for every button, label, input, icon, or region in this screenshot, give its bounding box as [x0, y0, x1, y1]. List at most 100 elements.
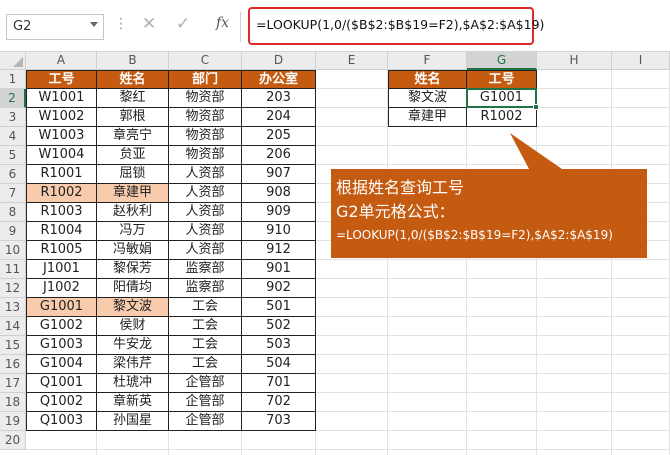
table-cell[interactable]: 黎文波 [97, 298, 169, 317]
table-cell[interactable]: W1002 [26, 108, 97, 127]
table-cell[interactable]: 工会 [169, 336, 242, 355]
insert-function-icon[interactable]: fx [216, 15, 229, 31]
table-cell[interactable]: 912 [242, 241, 316, 260]
table-cell[interactable]: R1005 [26, 241, 97, 260]
table-cell[interactable]: 企管部 [169, 393, 242, 412]
table-cell[interactable]: 章亮宁 [97, 127, 169, 146]
table-cell[interactable]: G1001 [26, 298, 97, 317]
table-cell[interactable]: W1003 [26, 127, 97, 146]
lookup-cell[interactable]: 章建甲 [388, 108, 467, 127]
table-cell[interactable]: 908 [242, 184, 316, 203]
lookup-cell[interactable]: R1002 [467, 108, 537, 127]
table-cell[interactable]: 902 [242, 279, 316, 298]
table-cell[interactable]: 企管部 [169, 412, 242, 431]
lookup-header-cell[interactable]: 姓名 [388, 70, 467, 89]
table-cell[interactable]: 910 [242, 222, 316, 241]
table-cell[interactable]: R1002 [26, 184, 97, 203]
column-header-g[interactable]: G [467, 52, 537, 70]
table-cell[interactable]: 监察部 [169, 279, 242, 298]
table-cell[interactable]: W1001 [26, 89, 97, 108]
table-cell[interactable]: 907 [242, 165, 316, 184]
table-cell[interactable]: 503 [242, 336, 316, 355]
formula-input[interactable]: =LOOKUP(1,0/($B$2:$B$19=F2),$A$2:$A$19) [248, 7, 544, 45]
row-header-15[interactable]: 15 [0, 336, 26, 355]
column-header-c[interactable]: C [169, 52, 242, 70]
table-cell[interactable]: 502 [242, 317, 316, 336]
selected-cell-g2[interactable]: G1001 [467, 89, 537, 108]
table-cell[interactable]: 阳倩均 [97, 279, 169, 298]
chevron-down-icon[interactable] [90, 22, 98, 27]
table-cell[interactable]: 人资部 [169, 203, 242, 222]
table-cell[interactable]: 杜琥冲 [97, 374, 169, 393]
table-cell[interactable]: J1002 [26, 279, 97, 298]
table-cell[interactable]: 物资部 [169, 146, 242, 165]
table-cell[interactable]: 909 [242, 203, 316, 222]
column-header-f[interactable]: F [388, 52, 467, 70]
table-cell[interactable]: R1001 [26, 165, 97, 184]
enter-icon[interactable]: ✓ [176, 14, 190, 34]
select-all-corner[interactable] [0, 52, 26, 70]
table-cell[interactable]: Q1003 [26, 412, 97, 431]
row-header-10[interactable]: 10 [0, 241, 26, 260]
table-cell[interactable]: R1004 [26, 222, 97, 241]
row-header-18[interactable]: 18 [0, 393, 26, 412]
row-header-12[interactable]: 12 [0, 279, 26, 298]
table-cell[interactable]: 梁伟芹 [97, 355, 169, 374]
fill-handle[interactable] [533, 104, 539, 110]
column-header-h[interactable]: H [537, 52, 612, 70]
cell-grid[interactable]: A B C D E F G H I 1 2 3 4 5 6 7 8 9 10 11 12 13 14 15 16 17 18 19 20… [0, 52, 670, 455]
table-cell[interactable]: 屈锁 [97, 165, 169, 184]
row-header-20[interactable]: 20 [0, 431, 26, 450]
table-cell[interactable]: 人资部 [169, 241, 242, 260]
table-cell[interactable]: 章建甲 [97, 184, 169, 203]
table-cell[interactable]: 901 [242, 260, 316, 279]
lookup-header-cell[interactable]: 工号 [467, 70, 537, 89]
table-cell[interactable]: 人资部 [169, 184, 242, 203]
row-header-4[interactable]: 4 [0, 127, 26, 146]
table-cell[interactable]: 工会 [169, 355, 242, 374]
table-cell[interactable]: 206 [242, 146, 316, 165]
table-cell[interactable]: 205 [242, 127, 316, 146]
table-header-cell[interactable]: 部门 [169, 70, 242, 89]
column-header-d[interactable]: D [242, 52, 316, 70]
column-header-a[interactable]: A [26, 52, 97, 70]
table-cell[interactable]: 工会 [169, 317, 242, 336]
row-header-14[interactable]: 14 [0, 317, 26, 336]
table-cell[interactable]: 工会 [169, 298, 242, 317]
table-cell[interactable]: 人资部 [169, 222, 242, 241]
table-cell[interactable]: G1002 [26, 317, 97, 336]
table-cell[interactable]: 203 [242, 89, 316, 108]
row-header-6[interactable]: 6 [0, 165, 26, 184]
table-cell[interactable]: 701 [242, 374, 316, 393]
table-cell[interactable]: Q1002 [26, 393, 97, 412]
table-cell[interactable]: 物资部 [169, 89, 242, 108]
table-header-cell[interactable]: 工号 [26, 70, 97, 89]
row-header-17[interactable]: 17 [0, 374, 26, 393]
table-cell[interactable]: 企管部 [169, 374, 242, 393]
table-cell[interactable]: 黎红 [97, 89, 169, 108]
table-cell[interactable]: 504 [242, 355, 316, 374]
table-header-cell[interactable]: 姓名 [97, 70, 169, 89]
table-cell[interactable]: 郭根 [97, 108, 169, 127]
table-cell[interactable]: 物资部 [169, 127, 242, 146]
table-cell[interactable]: 物资部 [169, 108, 242, 127]
column-header-b[interactable]: B [97, 52, 169, 70]
table-cell[interactable]: 702 [242, 393, 316, 412]
row-header-1[interactable]: 1 [0, 70, 26, 89]
cancel-icon[interactable]: ✕ [142, 14, 156, 34]
table-cell[interactable]: 监察部 [169, 260, 242, 279]
table-cell[interactable]: 204 [242, 108, 316, 127]
table-cell[interactable]: R1003 [26, 203, 97, 222]
row-header-19[interactable]: 19 [0, 412, 26, 431]
table-cell[interactable]: G1004 [26, 355, 97, 374]
row-header-9[interactable]: 9 [0, 222, 26, 241]
table-cell[interactable]: 贠亚 [97, 146, 169, 165]
table-cell[interactable]: 冯万 [97, 222, 169, 241]
row-header-8[interactable]: 8 [0, 203, 26, 222]
name-box[interactable]: G2 [6, 14, 104, 40]
table-cell[interactable]: W1004 [26, 146, 97, 165]
table-cell[interactable]: 冯敏娟 [97, 241, 169, 260]
table-header-cell[interactable]: 办公室 [242, 70, 316, 89]
row-header-5[interactable]: 5 [0, 146, 26, 165]
table-cell[interactable]: 黎保芳 [97, 260, 169, 279]
